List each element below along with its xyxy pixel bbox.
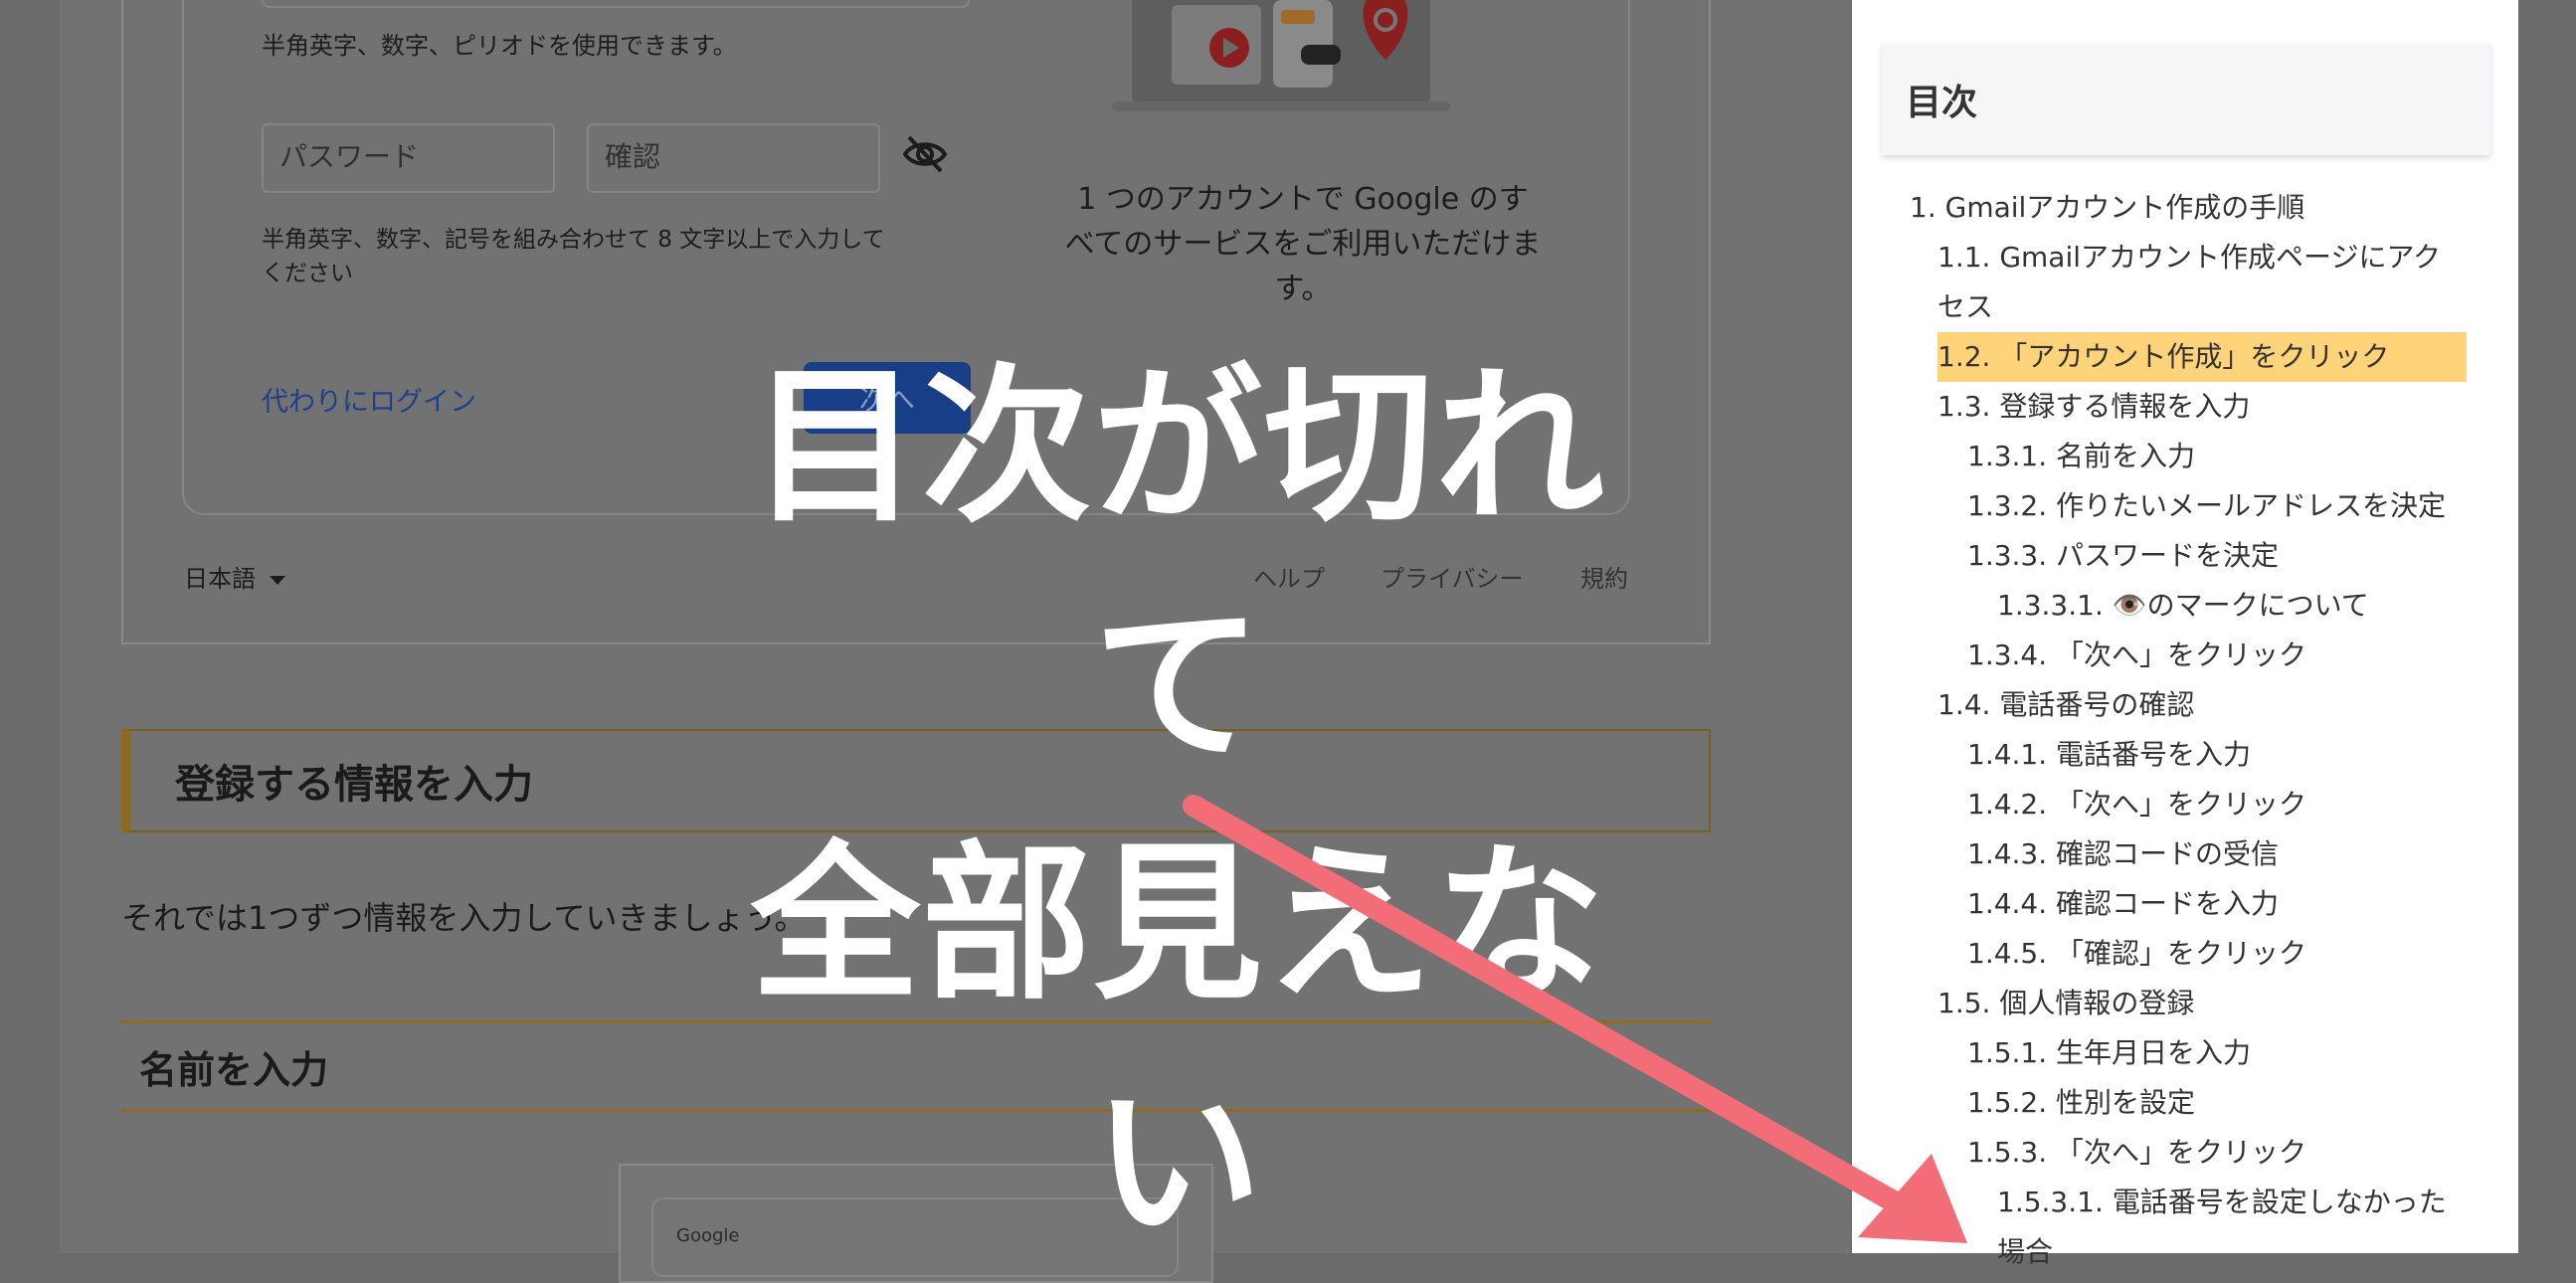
language-label: 日本語 xyxy=(184,565,256,593)
username-hint: 半角英字、数字、ピリオドを使用できます。 xyxy=(262,32,737,60)
toc-item[interactable]: 1.5.3. 「次へ」をクリック xyxy=(1910,1128,2467,1178)
language-selector[interactable]: 日本語 xyxy=(184,559,285,594)
toc-item[interactable]: 1.4.3. 確認コードの受信 xyxy=(1910,829,2467,879)
overlay-line-2: 全部見えない xyxy=(750,826,1606,1262)
toc-item[interactable]: 1.5.1. 生年月日を入力 xyxy=(1910,1028,2467,1078)
toc-item[interactable]: 1.5.3.1. 電話番号を設定しなかった場合 xyxy=(1910,1178,2467,1277)
toc-item[interactable]: 1.3.3. パスワードを決定 xyxy=(1910,531,2467,581)
overlay-line-1: 目次が切れて xyxy=(750,349,1606,785)
toc-list: 1. Gmailアカウント作成の手順 1.1. Gmailアカウント作成ページにア… xyxy=(1910,183,2467,1277)
toc-item[interactable]: 1. Gmailアカウント作成の手順 xyxy=(1910,183,2467,233)
toc-item[interactable]: 1.5.2. 性別を設定 xyxy=(1910,1078,2467,1128)
toc-item[interactable]: 1.3.2. 作りたいメールアドレスを決定 xyxy=(1910,481,2467,531)
toc-item[interactable]: 1.4.2. 「次へ」をクリック xyxy=(1910,780,2467,829)
toc-item[interactable]: 1.5. 個人情報の登録 xyxy=(1910,979,2467,1028)
devices-illustration xyxy=(1112,0,1450,111)
username-field[interactable] xyxy=(262,0,970,8)
password-field[interactable]: パスワード xyxy=(262,123,555,193)
toc-item[interactable]: 1.2. 「アカウント作成」をクリック xyxy=(1937,332,2467,382)
login-instead-link[interactable]: 代わりにログイン xyxy=(262,380,476,419)
toc-title: 目次 xyxy=(1882,44,2490,155)
eye-off-icon[interactable] xyxy=(900,129,950,179)
toc-item[interactable]: 1.4.5. 「確認」をクリック xyxy=(1910,929,2467,979)
toc-item[interactable]: 1.4. 電話番号の確認 xyxy=(1910,680,2467,730)
toc-item[interactable]: 1.4.4. 確認コードを入力 xyxy=(1910,879,2467,929)
toc-item[interactable]: 1.1. Gmailアカウント作成ページにアクセス xyxy=(1910,233,2467,332)
toc-item[interactable]: 1.4.1. 電話番号を入力 xyxy=(1910,730,2467,780)
toc-item[interactable]: 1.3.4. 「次へ」をクリック xyxy=(1910,631,2467,680)
password-hint: 半角英字、数字、記号を組み合わせて 8 文字以上で入力してください xyxy=(262,227,885,286)
caret-down-icon xyxy=(270,575,285,585)
toc-item[interactable]: 1.3. 登録する情報を入力 xyxy=(1910,382,2467,432)
toc-item[interactable]: 1.3.1. 名前を入力 xyxy=(1910,432,2467,481)
toc-item[interactable]: 1.3.3.1. 👁️のマークについて xyxy=(1910,581,2467,631)
confirm-password-field[interactable]: 確認 xyxy=(587,123,880,193)
promo-text: 1 つのアカウントで Google のすべてのサービスをご利用いただけます。 xyxy=(1064,182,1542,306)
right-gutter xyxy=(2518,0,2576,1253)
overlay-caption: 目次が切れて 全部見えない xyxy=(686,328,1671,1283)
